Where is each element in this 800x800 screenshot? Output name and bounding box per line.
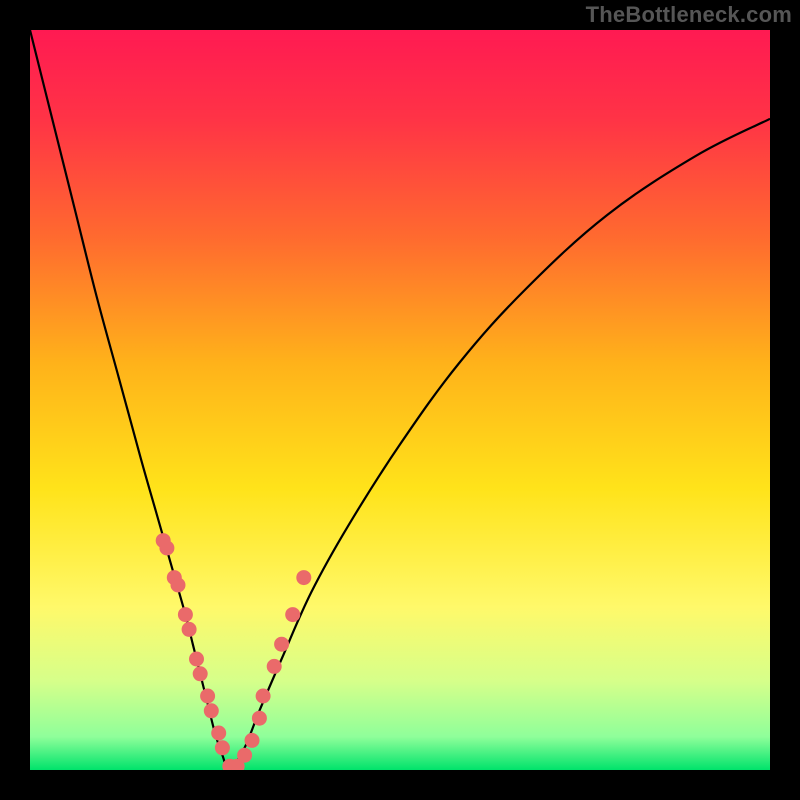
chart-stage: TheBottleneck.com <box>0 0 800 800</box>
gradient-background <box>30 30 770 770</box>
watermark-text: TheBottleneck.com <box>586 2 792 28</box>
plot-area <box>30 30 770 770</box>
